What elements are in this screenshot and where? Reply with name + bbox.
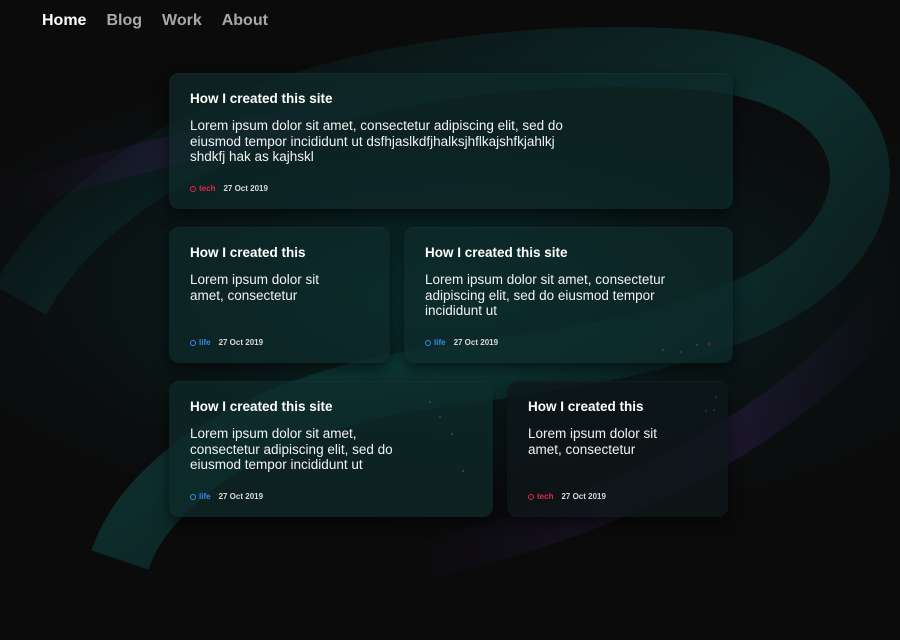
post-date: 27 Oct 2019 bbox=[223, 184, 268, 193]
tag-label: life bbox=[199, 338, 211, 347]
tag-badge[interactable]: tech bbox=[190, 184, 215, 193]
tag-dot-icon bbox=[190, 339, 196, 346]
nav-work[interactable]: Work bbox=[162, 12, 202, 30]
tag-dot-icon bbox=[190, 493, 196, 500]
post-title: How I created this site bbox=[425, 245, 568, 260]
post-card[interactable]: How I created this Lorem ipsum dolor sit… bbox=[169, 227, 390, 363]
post-meta: life 27 Oct 2019 bbox=[190, 338, 263, 347]
post-meta: life 27 Oct 2019 bbox=[425, 338, 498, 347]
nav-blog[interactable]: Blog bbox=[106, 12, 142, 30]
tag-label: life bbox=[434, 338, 446, 347]
post-excerpt: Lorem ipsum dolor sit amet, consectetur bbox=[190, 272, 320, 303]
tag-dot-icon bbox=[528, 493, 534, 500]
tag-badge[interactable]: tech bbox=[528, 492, 553, 501]
post-date: 27 Oct 2019 bbox=[453, 338, 499, 347]
post-meta: tech 27 Oct 2019 bbox=[528, 492, 606, 501]
post-date: 27 Oct 2019 bbox=[218, 492, 264, 501]
post-excerpt: Lorem ipsum dolor sit amet, consectetur bbox=[528, 426, 658, 457]
post-card[interactable]: How I created this Lorem ipsum dolor sit… bbox=[507, 381, 728, 517]
tag-badge[interactable]: life bbox=[190, 338, 211, 347]
nav-about[interactable]: About bbox=[222, 12, 268, 30]
post-meta: life 27 Oct 2019 bbox=[190, 492, 263, 501]
post-date: 27 Oct 2019 bbox=[218, 338, 264, 347]
tag-badge[interactable]: life bbox=[190, 492, 211, 501]
post-title: How I created this bbox=[528, 399, 644, 414]
post-meta: tech 27 Oct 2019 bbox=[190, 184, 268, 193]
tag-badge[interactable]: life bbox=[425, 338, 446, 347]
tag-label: life bbox=[199, 492, 211, 501]
post-title: How I created this site bbox=[190, 91, 333, 106]
post-card[interactable]: How I created this site Lorem ipsum dolo… bbox=[404, 227, 733, 363]
tag-label: tech bbox=[537, 492, 554, 501]
post-excerpt: Lorem ipsum dolor sit amet, consectetur … bbox=[190, 118, 563, 164]
nav-home[interactable]: Home bbox=[42, 12, 86, 30]
post-title: How I created this site bbox=[190, 399, 333, 414]
top-nav: Home Blog Work About bbox=[42, 12, 268, 30]
post-excerpt: Lorem ipsum dolor sit amet, consectetur … bbox=[190, 426, 393, 472]
post-excerpt: Lorem ipsum dolor sit amet, consectetur … bbox=[425, 272, 666, 318]
post-card[interactable]: How I created this site Lorem ipsum dolo… bbox=[169, 381, 493, 517]
page: Home Blog Work About How I created this … bbox=[0, 0, 900, 640]
tag-label: tech bbox=[199, 184, 216, 193]
post-card[interactable]: How I created this site Lorem ipsum dolo… bbox=[169, 73, 733, 209]
post-date: 27 Oct 2019 bbox=[561, 492, 606, 501]
tag-dot-icon bbox=[190, 185, 196, 192]
tag-dot-icon bbox=[425, 339, 431, 346]
post-title: How I created this bbox=[190, 245, 306, 260]
